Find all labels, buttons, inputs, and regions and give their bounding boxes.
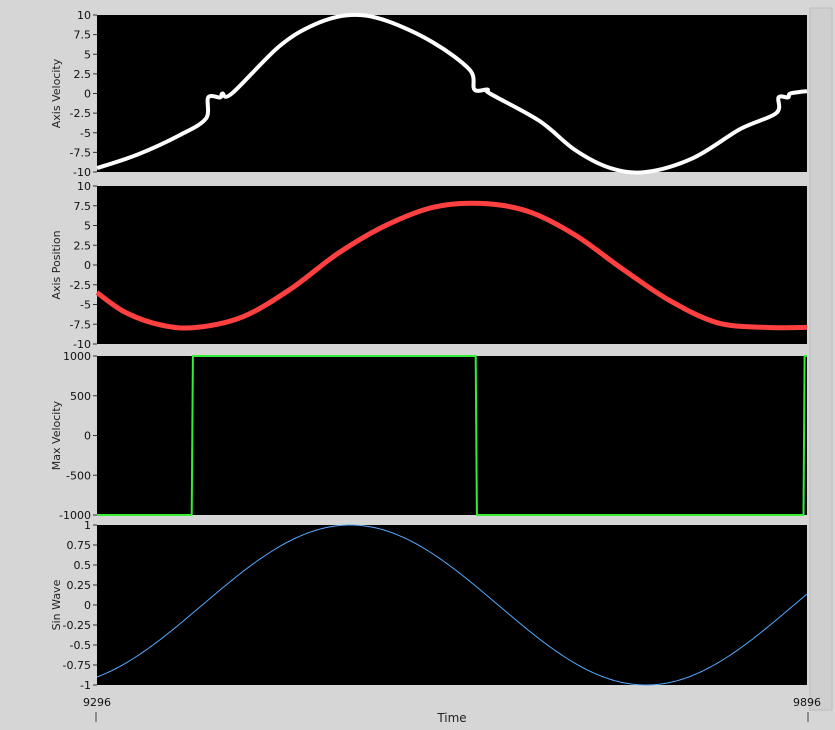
y-tick-label: 0.75 <box>67 539 92 552</box>
plot-panel-0: 10 7.5 5 2.5 0 -2.5 -5 -7.5 -10 Axis Velocity <box>50 9 808 179</box>
plot-area-1 <box>97 186 807 344</box>
y-tick-label: -2.5 <box>70 279 91 292</box>
y-axis-label: Max Velocity <box>50 400 63 470</box>
y-tick-label: -1 <box>80 679 91 692</box>
plot-area-3 <box>97 525 807 685</box>
y-tick-label: 0.25 <box>67 579 92 592</box>
y-axis-label: Sin Wave <box>50 579 63 630</box>
plot-area-2 <box>97 356 807 515</box>
waveform-graph-panel: 10 7.5 5 2.5 0 -2.5 -5 -7.5 -10 Axis Velocity 10 7.… <box>0 0 835 726</box>
y-tick-label: -7.5 <box>70 146 91 159</box>
y-tick-label: 1 <box>84 519 91 532</box>
y-tick-label: 0 <box>84 599 91 612</box>
plot-area-0 <box>97 15 807 172</box>
y-tick-label: 10 <box>77 9 91 22</box>
y-tick-label: 0 <box>84 88 91 101</box>
y-tick-label: 5 <box>84 220 91 233</box>
plot-panel-1: 107.552.50-2.5-5-7.5-10Axis Position <box>50 180 808 351</box>
y-tick-label: 2.5 <box>74 239 92 252</box>
y-axis-label: Axis Position <box>50 230 63 299</box>
y-tick-label: -10 <box>73 166 91 179</box>
y-tick-label: 1000 <box>63 350 91 363</box>
y-tick-label: -5 <box>80 299 91 312</box>
x-tick-label: 9896 <box>793 696 821 709</box>
y-tick-label: 0 <box>84 259 91 272</box>
y-tick-label: -0.5 <box>70 639 91 652</box>
y-axis-label: Axis Velocity <box>50 58 63 128</box>
plot-panel-2: 10005000-500-1000Max Velocity <box>50 350 807 522</box>
plot-panel-3: 1 0.75 0.5 0.25 0 -0.25 -0.5 -0.75 -1 Sin Wave <box>50 519 808 692</box>
right-frame-strip <box>809 7 833 711</box>
y-tick-label: -0.75 <box>63 659 91 672</box>
y-tick-label: 500 <box>70 390 91 403</box>
y-tick-label: -5 <box>80 127 91 140</box>
stacked-waveform-chart: 107.552.50-2.5-5-7.5-10Axis Velocity107.… <box>0 0 835 726</box>
y-tick-label: -2.5 <box>70 107 91 120</box>
y-tick-label: 0 <box>84 430 91 443</box>
y-tick-label: 5 <box>84 48 91 61</box>
y-tick-label: 7.5 <box>74 29 92 42</box>
x-tick-label: 9296 <box>83 696 111 709</box>
y-tick-label: -500 <box>66 469 91 482</box>
y-tick-label: 2.5 <box>74 68 92 81</box>
y-tick-label: 0.5 <box>74 559 92 572</box>
y-tick-label: -0.25 <box>63 619 91 632</box>
y-tick-label: 7.5 <box>74 200 92 213</box>
x-axis-label: Time <box>436 711 466 725</box>
y-tick-label: -7.5 <box>70 318 91 331</box>
y-tick-label: 10 <box>77 180 91 193</box>
